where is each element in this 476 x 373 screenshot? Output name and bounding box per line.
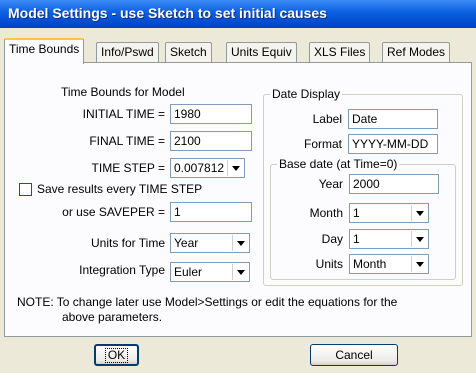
date-format-label: Format [303, 137, 342, 151]
date-display-legend: Date Display [270, 87, 343, 101]
units-for-time-select[interactable]: Year [170, 233, 250, 253]
base-day-select[interactable]: 1 [349, 229, 429, 249]
base-month-value: 1 [353, 206, 360, 220]
base-month-label: Month [309, 206, 343, 220]
chevron-down-icon[interactable] [411, 256, 427, 272]
saveper-input[interactable]: 1 [170, 202, 252, 222]
time-step-value: 0.007812 [174, 161, 225, 175]
chevron-down-icon[interactable] [232, 264, 248, 280]
title-bar[interactable]: Model Settings - use Sketch to set initi… [0, 0, 476, 28]
saveper-label: or use SAVEPER = [62, 205, 165, 219]
window-title: Model Settings - use Sketch to set initi… [8, 5, 327, 21]
chevron-down-icon[interactable] [411, 205, 427, 221]
time-step-select[interactable]: 0.007812 [170, 158, 245, 178]
tab-xls-files[interactable]: XLS Files [309, 42, 371, 62]
time-step-label: TIME STEP = [91, 161, 165, 175]
note-line-1: NOTE: To change later use Model>Settings… [17, 295, 398, 309]
final-time-input[interactable]: 2100 [170, 131, 252, 151]
base-units-value: Month [353, 257, 387, 271]
base-date-legend: Base date (at Time=0) [277, 157, 400, 171]
tab-strip: Time Bounds Info/Pswd Sketch Units Equiv… [4, 38, 472, 64]
date-label-label: Label [312, 112, 342, 126]
integration-type-select[interactable]: Euler [170, 262, 250, 282]
save-every-timestep-label: Save results every TIME STEP [37, 182, 203, 196]
tab-time-bounds[interactable]: Time Bounds [4, 38, 85, 64]
tab-ref-modes[interactable]: Ref Modes [382, 42, 451, 62]
tab-units-equiv[interactable]: Units Equiv [226, 42, 297, 62]
note-line-2: above parameters. [62, 310, 163, 324]
tab-info-pswd[interactable]: Info/Pswd [96, 42, 159, 62]
units-for-time-label: Units for Time [90, 236, 165, 250]
tab-panel-time-bounds: Time Bounds for Model INITIAL TIME = 198… [4, 62, 472, 337]
tab-sketch[interactable]: Sketch [165, 42, 212, 62]
integration-type-label: Integration Type [79, 263, 165, 277]
ok-button-label: OK [104, 348, 129, 363]
chevron-down-icon[interactable] [411, 231, 427, 247]
chevron-down-icon[interactable] [232, 235, 248, 251]
base-day-value: 1 [353, 232, 360, 246]
chevron-down-icon[interactable] [227, 160, 243, 176]
cancel-button[interactable]: Cancel [310, 344, 398, 366]
time-bounds-heading: Time Bounds for Model [61, 85, 185, 99]
date-format-input[interactable]: YYYY-MM-DD [348, 134, 438, 154]
save-every-timestep-checkbox[interactable] [19, 183, 32, 196]
base-month-select[interactable]: 1 [349, 203, 429, 223]
initial-time-label: INITIAL TIME = [82, 107, 165, 121]
base-date-group: Base date (at Time=0) Year 2000 Month 1 … [270, 157, 456, 280]
date-label-input[interactable]: Date [348, 109, 438, 129]
date-display-group: Date Display Label Date Format YYYY-MM-D… [263, 87, 463, 286]
base-year-input[interactable]: 2000 [349, 174, 439, 194]
base-day-label: Day [321, 232, 343, 246]
base-year-label: Year [318, 177, 343, 191]
ok-button[interactable]: OK [94, 344, 139, 366]
final-time-label: FINAL TIME = [89, 134, 165, 148]
base-units-label: Units [315, 257, 343, 271]
base-units-select[interactable]: Month [349, 254, 429, 274]
initial-time-input[interactable]: 1980 [170, 104, 252, 124]
settings-note: NOTE: To change later use Model>Settings… [17, 295, 457, 325]
integration-type-value: Euler [174, 265, 203, 279]
units-for-time-value: Year [174, 236, 199, 250]
